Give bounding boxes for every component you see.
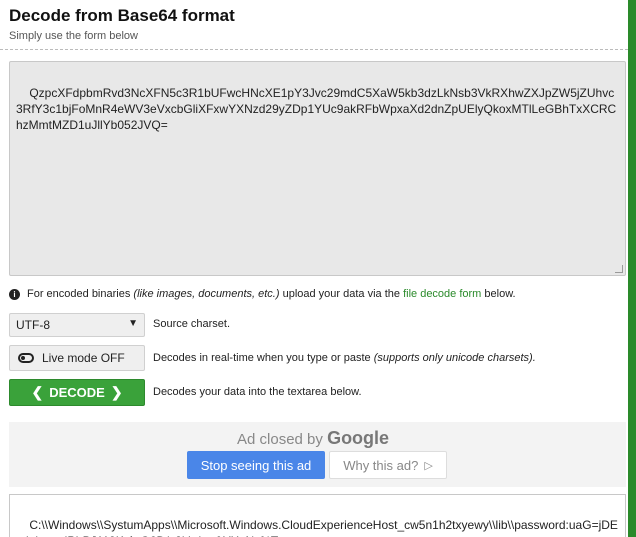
chevron-right-icon: ❯ [110, 384, 123, 400]
why-this-ad-label: Why this ad? [343, 457, 419, 473]
file-decode-form-link[interactable]: file decode form [403, 288, 481, 300]
dropdown-arrow-icon: ▼ [128, 318, 138, 329]
page: Decode from Base64 format Simply use the… [0, 0, 628, 537]
charset-label: Source charset. [153, 318, 231, 330]
info-text-after: below. [484, 288, 516, 300]
divider [0, 49, 628, 50]
info-text-middle: upload your data via the [282, 288, 401, 300]
decoded-output-textarea[interactable]: C:\\Windows\\SystumApps\\Microsoft.Windo… [9, 494, 626, 537]
decode-button[interactable]: ❮ DECODE ❯ [9, 379, 145, 406]
info-text-before: For encoded binaries [27, 288, 131, 300]
page-title: Decode from Base64 format [9, 6, 235, 25]
live-mode-button[interactable]: Live mode OFF [9, 345, 145, 371]
page-subtitle: Simply use the form below [9, 30, 138, 42]
encoded-input-value: QzpcXFdpbmRvd3NcXFN5c3R1bUFwcHNcXE1pY3Jv… [16, 86, 617, 132]
decode-button-label: DECODE [49, 385, 105, 400]
chevron-left-icon: ❮ [31, 384, 44, 400]
play-icon: ▷ [424, 459, 433, 472]
ad-box: Ad closed by Google Stop seeing this ad … [9, 422, 626, 487]
live-mode-description: Decodes in real-time when you type or pa… [153, 352, 536, 364]
google-logo: Google [327, 428, 390, 448]
decoded-output-value: C:\\Windows\\SystumApps\\Microsoft.Windo… [16, 518, 618, 537]
decode-description: Decodes your data into the textarea belo… [153, 386, 362, 398]
encoded-input-textarea[interactable]: QzpcXFdpbmRvd3NcXFN5c3R1bUFwcHNcXE1pY3Jv… [9, 61, 626, 276]
charset-selected-value: UTF-8 [16, 318, 50, 332]
info-row: i For encoded binaries (like images, doc… [9, 288, 516, 300]
stop-seeing-ad-button[interactable]: Stop seeing this ad [187, 451, 325, 479]
live-mode-desc-italic: (supports only unicode charsets). [373, 352, 536, 364]
resize-handle-icon[interactable] [615, 265, 623, 273]
ad-closed-label: Ad closed by [237, 431, 323, 448]
live-mode-label: Live mode OFF [42, 351, 125, 365]
live-mode-desc-text: Decodes in real-time when you type or pa… [153, 352, 371, 364]
info-icon: i [9, 288, 20, 300]
toggle-icon [18, 353, 34, 363]
ad-closed-text: Ad closed by Google [237, 428, 389, 449]
scrollbar-thumb[interactable] [628, 0, 636, 537]
info-text-italic: (like images, documents, etc.) [133, 288, 280, 300]
charset-select[interactable]: UTF-8 ▼ [9, 313, 145, 337]
why-this-ad-button[interactable]: Why this ad? ▷ [329, 451, 447, 479]
